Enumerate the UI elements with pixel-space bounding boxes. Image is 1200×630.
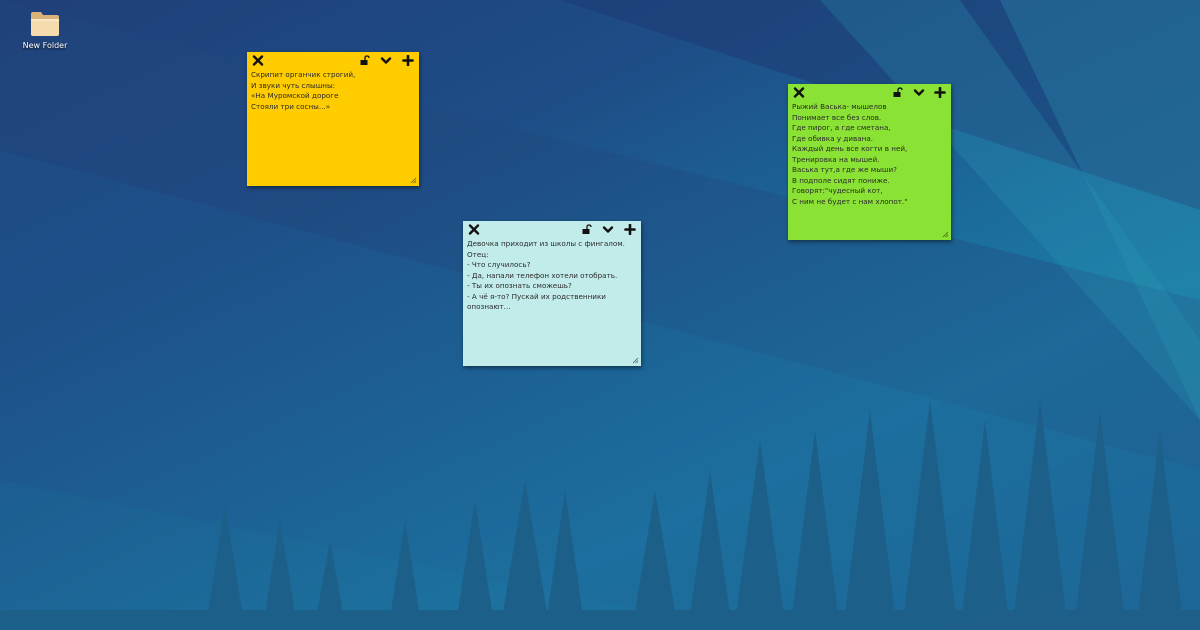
note-line: Понимает все без слов. (792, 112, 882, 122)
lock-icon[interactable] (359, 55, 371, 66)
note-line: Каждый день все когти в ней, (792, 144, 908, 153)
note-line: Рыжий Васька- мышелов (792, 102, 887, 111)
note-text[interactable]: Девочка приходит из школы с фингалом. От… (467, 239, 641, 313)
note-text[interactable]: Рыжий Васька- мышелов Понимает все без с… (792, 102, 951, 207)
note-line: Говорят:"чудесный кот, (792, 186, 883, 195)
desktop-icon-new-folder[interactable]: New Folder (14, 10, 76, 50)
note-line: С ним не будет с нам хлопот." (792, 196, 908, 206)
sticky-note-cyan[interactable]: Девочка приходит из школы с фингалом. От… (463, 221, 641, 366)
note-line: - Да, напали телефон хотели отобрать. (467, 270, 618, 280)
note-line: Тренировка на мышей. (792, 154, 880, 164)
note-line: Отец: (467, 249, 489, 259)
note-line: - Ты их опознать сможешь? (467, 281, 572, 290)
lock-icon[interactable] (581, 224, 593, 235)
note-line: Девочка приходит из школы с фингалом. (467, 239, 625, 248)
resize-grip-icon[interactable] (942, 231, 949, 238)
folder-icon (31, 12, 59, 36)
note-line: Где пирог, а где сметана, (792, 123, 891, 132)
note-line: Стояли три сосны...» (251, 101, 331, 111)
close-icon[interactable] (468, 224, 480, 235)
desktop: New Folder Скрипит органчик строгий, И з… (0, 0, 1200, 630)
resize-grip-icon[interactable] (632, 357, 639, 364)
add-icon[interactable] (402, 55, 414, 66)
note-line: - Что случилось? (467, 260, 531, 269)
add-icon[interactable] (624, 224, 636, 235)
add-icon[interactable] (934, 87, 946, 98)
chevron-down-icon[interactable] (380, 55, 392, 66)
lock-icon[interactable] (892, 87, 904, 98)
note-line: «На Муромской дороге (251, 91, 339, 100)
note-line: Где обивка у дивана. (792, 133, 874, 143)
sticky-note-yellow[interactable]: Скрипит органчик строгий, И звуки чуть с… (247, 52, 419, 186)
close-icon[interactable] (793, 87, 805, 98)
note-line: В подполе сидят пониже. (792, 175, 890, 185)
chevron-down-icon[interactable] (602, 224, 614, 235)
note-toolbar (463, 221, 641, 237)
note-line: Скрипит органчик строгий, (251, 70, 356, 79)
resize-grip-icon[interactable] (410, 177, 417, 184)
note-toolbar (247, 52, 419, 68)
note-line: Васька тут,а где же мыши? (792, 165, 897, 174)
note-line: опознают... (467, 302, 511, 311)
note-toolbar (788, 84, 951, 100)
sticky-note-green[interactable]: Рыжий Васька- мышелов Понимает все без с… (788, 84, 951, 240)
desktop-icon-label: New Folder (22, 41, 68, 50)
note-text[interactable]: Скрипит органчик строгий, И звуки чуть с… (251, 70, 419, 112)
chevron-down-icon[interactable] (913, 87, 925, 98)
note-line: И звуки чуть слышны: (251, 80, 336, 90)
close-icon[interactable] (252, 55, 264, 66)
note-line: - А чё я-то? Пускай их родственники (467, 291, 606, 301)
